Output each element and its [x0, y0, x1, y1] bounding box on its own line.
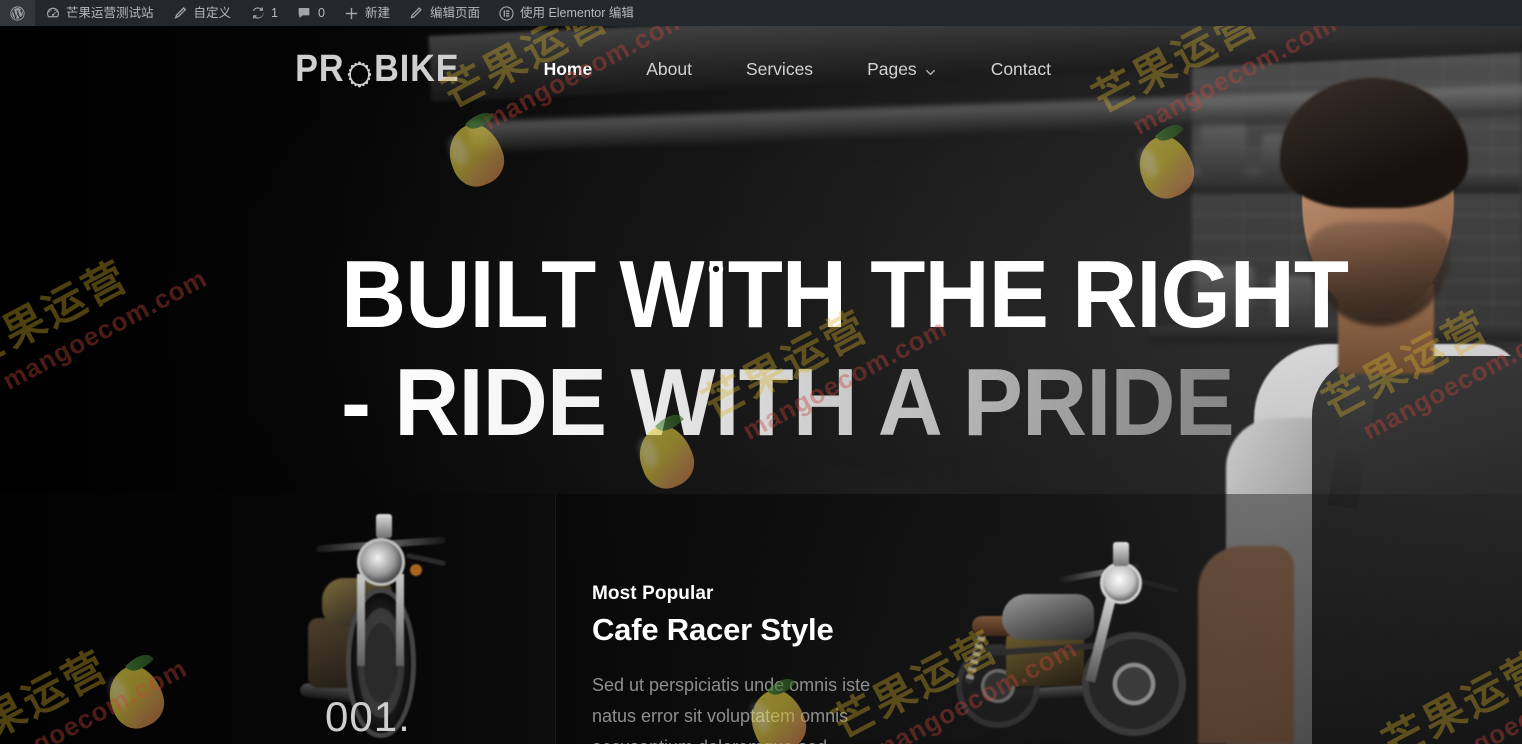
admin-bar-customize[interactable]: 自定义: [163, 0, 241, 26]
wordpress-logo-icon: [9, 5, 26, 22]
admin-bar-elementor-label: 使用 Elementor 编辑: [519, 6, 634, 20]
featured-product-panel: 001. Most Popular Cafe Racer Style Sed u…: [0, 494, 1522, 744]
panel-divider: [555, 494, 556, 744]
bike2-headlight: [1100, 562, 1142, 604]
product-card-description: Sed ut perspiciatis unde omnis iste natu…: [592, 675, 871, 744]
admin-bar-comments[interactable]: 0: [287, 0, 334, 26]
admin-bar-site-name[interactable]: 芒果运营测试站: [35, 0, 163, 26]
elementor-icon: [498, 5, 515, 22]
site-logo[interactable]: PR BIKE: [295, 48, 459, 91]
admin-bar-wordpress-logo[interactable]: [0, 0, 35, 26]
nav-item-pages-label: Pages: [867, 58, 917, 79]
dashboard-icon: [44, 5, 61, 22]
edit-pencil-icon: [408, 5, 425, 22]
hero-headline: BUILT WITH THE RIGHT - RIDE WITH A PRIDE: [341, 241, 1349, 457]
nav-item-pages[interactable]: Pages: [840, 59, 964, 80]
chevron-down-icon: [924, 63, 937, 76]
slide-number: 001.: [325, 693, 411, 740]
wordpress-admin-bar[interactable]: 芒果运营测试站 自定义 1 0 新建 编辑页面 使用 Elementor 编辑: [0, 0, 1522, 26]
nav-item-contact-label: Contact: [990, 58, 1051, 79]
bike1-fork-left: [357, 574, 365, 666]
nav-item-home-label: Home: [543, 58, 593, 79]
bike1-turn-signal: [410, 564, 422, 576]
bike1-instrument-pod: [376, 514, 392, 538]
motorcycle-image-three-quarter-view[interactable]: [950, 509, 1200, 744]
comments-bubble-icon: [296, 5, 313, 22]
admin-bar-customize-label: 自定义: [193, 6, 232, 20]
main-navigation[interactable]: Home About Services Pages Contact: [517, 59, 1078, 80]
customize-brush-icon: [172, 5, 189, 22]
nav-item-about[interactable]: About: [619, 59, 719, 80]
hero-headline-line-2: - RIDE WITH A PRIDE: [341, 349, 1348, 457]
product-card-title: Cafe Racer Style: [592, 612, 834, 647]
bike2-mirror: [1136, 577, 1178, 594]
admin-bar-edit-with-elementor[interactable]: 使用 Elementor 编辑: [489, 0, 643, 26]
nav-item-services-label: Services: [745, 58, 814, 79]
nav-item-contact[interactable]: Contact: [964, 59, 1078, 80]
admin-bar-edit-page[interactable]: 编辑页面: [399, 0, 489, 26]
product-card: Most Popular Cafe Racer Style Sed ut per…: [592, 583, 912, 744]
hero-headline-line-1: BUILT WITH THE RIGHT: [341, 241, 1349, 348]
bike1-fork-right: [396, 574, 404, 666]
site-header: PR BIKE Home About Services Pages Contac…: [0, 26, 1522, 112]
bike2-instrument-pod: [1113, 542, 1129, 566]
admin-bar-new-content-label: 新建: [364, 6, 390, 20]
admin-bar-updates[interactable]: 1: [240, 0, 287, 26]
nav-item-home[interactable]: Home: [517, 59, 620, 80]
bike2-fuel-tank: [1002, 594, 1094, 640]
nav-item-services[interactable]: Services: [719, 59, 840, 80]
logo-text-before: PR: [295, 47, 345, 90]
bike2-engine: [1006, 632, 1084, 686]
admin-bar-site-name-label: 芒果运营测试站: [66, 6, 154, 20]
admin-bar-comments-count: 0: [317, 6, 325, 20]
mouse-cursor-icon: [708, 261, 724, 277]
plus-new-icon: [343, 5, 360, 22]
panel-left-background: [0, 494, 556, 744]
admin-bar-updates-count: 1: [271, 6, 278, 20]
admin-bar-edit-page-label: 编辑页面: [429, 6, 480, 20]
gear-ring-icon: [345, 57, 373, 88]
logo-text-after: BIKE: [374, 47, 460, 90]
hero-section: PR BIKE Home About Services Pages Contac…: [0, 26, 1522, 744]
admin-bar-new-content[interactable]: 新建: [334, 0, 399, 26]
nav-item-about-label: About: [646, 58, 692, 79]
updates-icon: [249, 5, 266, 22]
product-card-eyebrow: Most Popular: [592, 583, 714, 604]
bike1-headlight: [357, 538, 405, 586]
